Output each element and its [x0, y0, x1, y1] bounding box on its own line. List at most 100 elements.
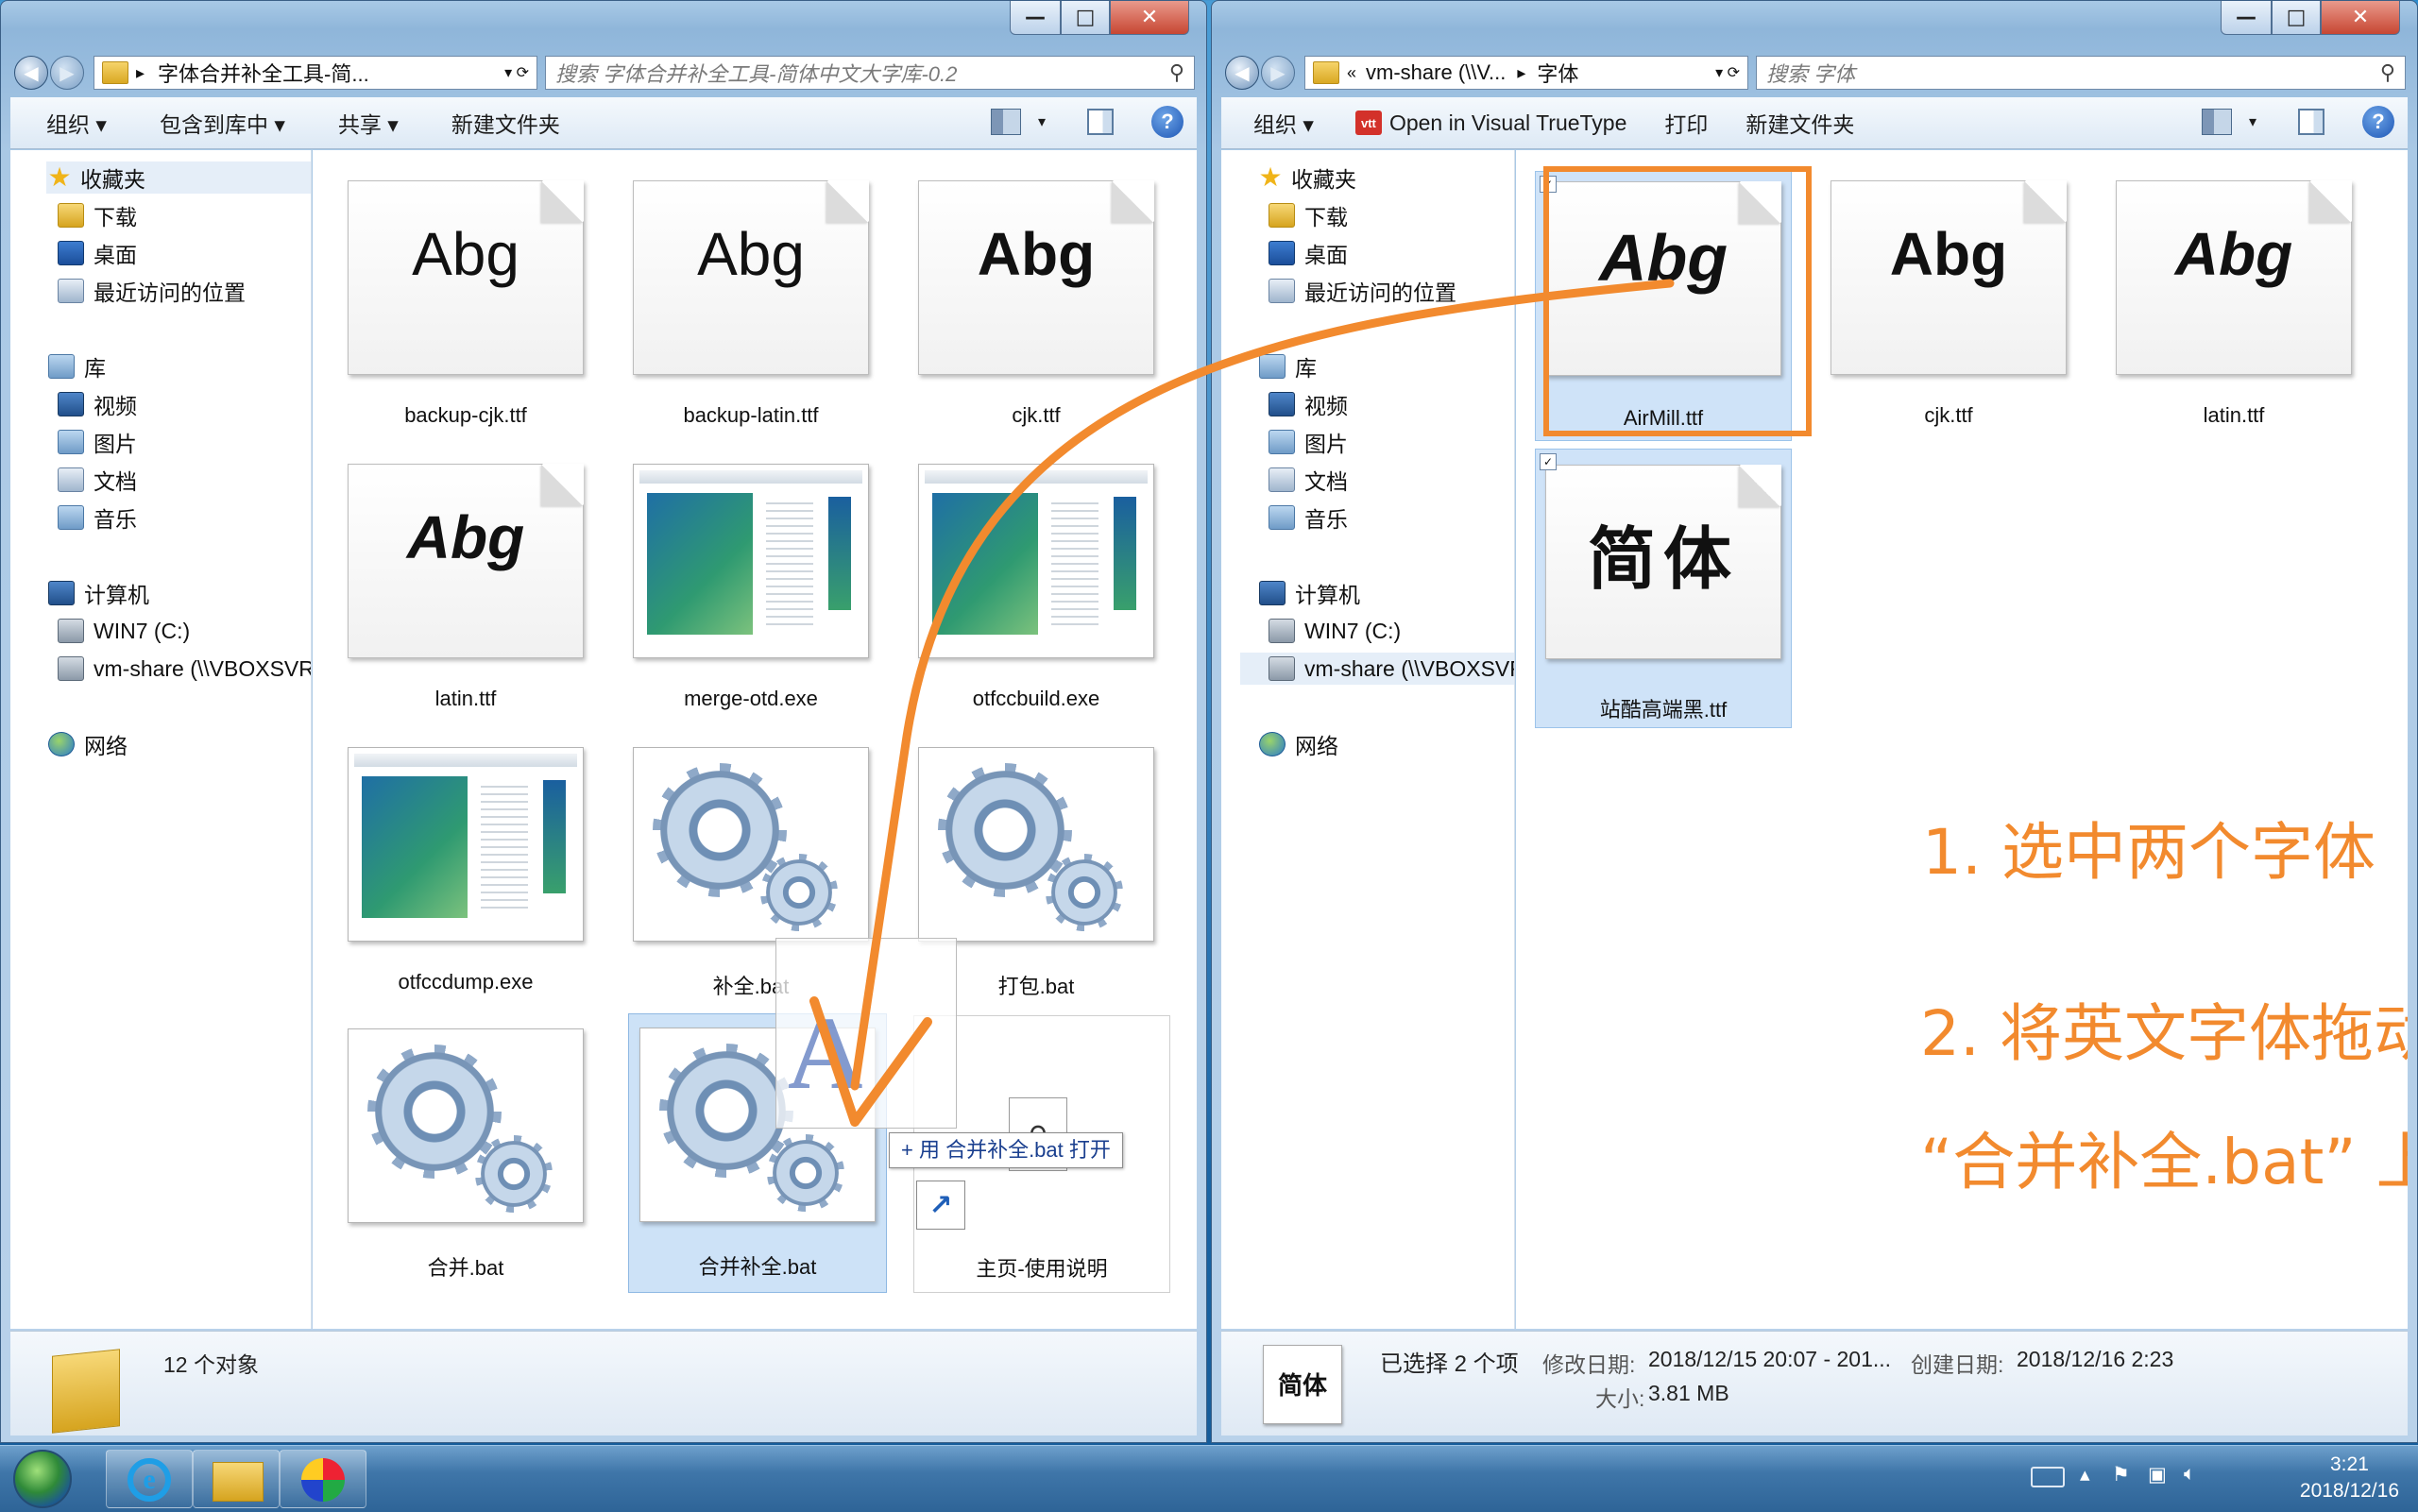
nav-desktop[interactable]: 桌面 — [1269, 237, 1348, 269]
pictures-library-icon — [1269, 430, 1295, 454]
nav-videos[interactable]: 视频 — [1269, 388, 1348, 420]
change-view-icon[interactable] — [990, 109, 1021, 135]
address-dropdown-icon[interactable]: ▾ ⟳ — [504, 63, 529, 82]
left-caption-buttons: — □ ✕ — [1010, 1, 1189, 37]
search-input[interactable]: 搜索 字体 ⚲ — [1756, 56, 2406, 90]
nav-documents[interactable]: 文档 — [1269, 464, 1348, 496]
forward-button[interactable]: ▶ — [1261, 56, 1295, 90]
right-explorer-window: — □ ✕ ◀ ▶ « vm-share (\\V... ▸ 字体 ▾ ⟳ 搜索… — [1211, 0, 2418, 1443]
status-folder-icon — [52, 1349, 120, 1434]
font-preview-glyph: 简体 — [1587, 522, 1739, 598]
nav-videos[interactable]: 视频 — [58, 388, 137, 420]
file-item[interactable]: otfccdump.exe — [337, 747, 594, 1011]
clock[interactable]: 3:21 2018/12/16 — [2300, 1452, 2399, 1504]
address-bar[interactable]: « vm-share (\\V... ▸ 字体 ▾ ⟳ — [1304, 56, 1748, 90]
file-item[interactable]: 合并.bat — [337, 1028, 594, 1293]
action-center-icon[interactable]: ⚑ — [2112, 1463, 2130, 1487]
back-button[interactable]: ◀ — [1225, 56, 1259, 90]
nav-label: vm-share (\\VBOXSVR — [1304, 655, 1515, 681]
preview-pane-icon[interactable] — [1087, 109, 1114, 135]
nav-favorites[interactable]: ★ 收藏夹 — [46, 161, 311, 194]
nav-desktop[interactable]: 桌面 — [58, 237, 137, 269]
breadcrumb-current[interactable]: 字体 — [1537, 58, 1578, 88]
change-view-icon[interactable] — [2201, 109, 2232, 135]
forward-button[interactable]: ▶ — [50, 56, 84, 90]
help-icon[interactable]: ? — [2362, 106, 2394, 138]
nav-recent[interactable]: 最近访问的位置 — [1269, 275, 1456, 307]
nav-recent[interactable]: 最近访问的位置 — [58, 275, 246, 307]
nav-favorites[interactable]: ★ 收藏夹 — [1257, 161, 1356, 194]
file-item[interactable]: Abg backup-cjk.ttf — [337, 180, 594, 445]
maximize-button[interactable]: □ — [1061, 1, 1110, 35]
file-item[interactable]: Abg latin.ttf — [2105, 180, 2362, 445]
file-name: otfccdump.exe — [398, 970, 534, 994]
search-icon[interactable]: ⚲ — [2380, 60, 2395, 85]
nav-libraries[interactable]: 库 — [1259, 350, 1317, 382]
nav-pictures[interactable]: 图片 — [1269, 426, 1348, 458]
file-item[interactable]: otfccbuild.exe — [908, 464, 1165, 728]
new-folder-button[interactable]: 新建文件夹 — [417, 107, 579, 139]
file-item[interactable]: merge-otd.exe — [622, 464, 879, 728]
help-icon[interactable]: ? — [1151, 106, 1183, 138]
nav-libraries[interactable]: 库 — [48, 350, 106, 382]
file-item[interactable]: Abg cjk.ttf — [908, 180, 1165, 445]
nav-vmshare[interactable]: vm-share (\\VBOXSVR — [58, 653, 311, 685]
organize-menu[interactable]: 组织 ▾ — [10, 107, 126, 139]
search-placeholder: 搜索 字体合并补全工具-简体中文大字库-0.2 — [555, 62, 958, 86]
nav-network[interactable]: 网络 — [48, 728, 128, 760]
file-item[interactable]: Abg backup-latin.ttf — [622, 180, 879, 445]
address-dropdown-icon[interactable]: ▾ ⟳ — [1715, 63, 1740, 82]
nav-pictures[interactable]: 图片 — [58, 426, 137, 458]
shortcut-file-icon: ⚪ ↗ — [916, 1022, 1160, 1230]
include-in-library-menu[interactable]: 包含到库中 ▾ — [126, 107, 304, 139]
address-bar[interactable]: ▸ 字体合并补全工具-简... ▾ ⟳ — [94, 56, 537, 90]
search-icon[interactable]: ⚲ — [1169, 60, 1184, 85]
network-status-icon[interactable]: ▣ — [2148, 1463, 2167, 1487]
open-in-visual-truetype-button[interactable]: Open in Visual TrueType — [1382, 110, 1645, 136]
taskbar-paint[interactable] — [280, 1450, 366, 1508]
nav-computer[interactable]: 计算机 — [48, 577, 149, 609]
view-dropdown-icon[interactable]: ▾ — [2249, 112, 2256, 131]
share-menu[interactable]: 共享 ▾ — [304, 107, 417, 139]
file-item-selected[interactable]: 简体 ✓ 站酷高端黑.ttf — [1535, 449, 1792, 728]
breadcrumb-overflow-icon[interactable]: « — [1347, 63, 1356, 83]
search-input[interactable]: 搜索 字体合并补全工具-简体中文大字库-0.2 ⚲ — [545, 56, 1195, 90]
visual-truetype-icon: vtt — [1354, 110, 1382, 135]
view-dropdown-icon[interactable]: ▾ — [1038, 112, 1046, 131]
volume-icon[interactable]: 🔈︎ — [2184, 1463, 2196, 1486]
close-button[interactable]: ✕ — [1110, 1, 1189, 35]
nav-downloads[interactable]: 下载 — [58, 199, 137, 231]
selection-checkbox[interactable]: ✓ — [1540, 453, 1557, 470]
nav-downloads[interactable]: 下载 — [1269, 199, 1348, 231]
nav-label: WIN7 (C:) — [94, 618, 191, 643]
left-explorer-window: — □ ✕ ◀ ▶ ▸ 字体合并补全工具-简... ▾ ⟳ 搜索 字体合并补全工… — [0, 0, 1207, 1443]
minimize-button[interactable]: — — [1010, 1, 1061, 35]
nav-music[interactable]: 音乐 — [1269, 501, 1348, 534]
maximize-button[interactable]: □ — [2272, 1, 2321, 35]
nav-documents[interactable]: 文档 — [58, 464, 137, 496]
minimize-button[interactable]: — — [2221, 1, 2272, 35]
file-item[interactable]: Abg latin.ttf — [337, 464, 594, 728]
tray-expand-icon[interactable]: ▴ — [2080, 1463, 2090, 1487]
file-item[interactable]: Abg cjk.ttf — [1820, 180, 2077, 445]
taskbar-ie[interactable]: e — [106, 1450, 193, 1508]
back-button[interactable]: ◀ — [14, 56, 48, 90]
print-button[interactable]: 打印 — [1645, 107, 1727, 139]
drive-icon — [1269, 619, 1295, 643]
preview-pane-icon[interactable] — [2298, 109, 2324, 135]
breadcrumb-current[interactable]: 字体合并补全工具-简... — [158, 58, 369, 88]
nav-music[interactable]: 音乐 — [58, 501, 137, 534]
nav-network[interactable]: 网络 — [1259, 728, 1338, 760]
nav-computer[interactable]: 计算机 — [1259, 577, 1360, 609]
new-folder-button[interactable]: 新建文件夹 — [1727, 107, 1873, 139]
annotation-step-2-line-2: “合并补全.bat” 上 — [1920, 1126, 2408, 1198]
organize-menu[interactable]: 组织 ▾ — [1221, 107, 1333, 139]
keyboard-icon[interactable] — [2031, 1467, 2065, 1487]
nav-vmshare[interactable]: vm-share (\\VBOXSVR — [1240, 653, 1514, 685]
nav-drive-c[interactable]: WIN7 (C:) — [58, 615, 190, 647]
start-button[interactable] — [13, 1450, 72, 1508]
nav-drive-c[interactable]: WIN7 (C:) — [1269, 615, 1401, 647]
taskbar-explorer[interactable] — [193, 1450, 280, 1508]
breadcrumb-parent[interactable]: vm-share (\\V... — [1366, 60, 1506, 85]
close-button[interactable]: ✕ — [2321, 1, 2400, 35]
